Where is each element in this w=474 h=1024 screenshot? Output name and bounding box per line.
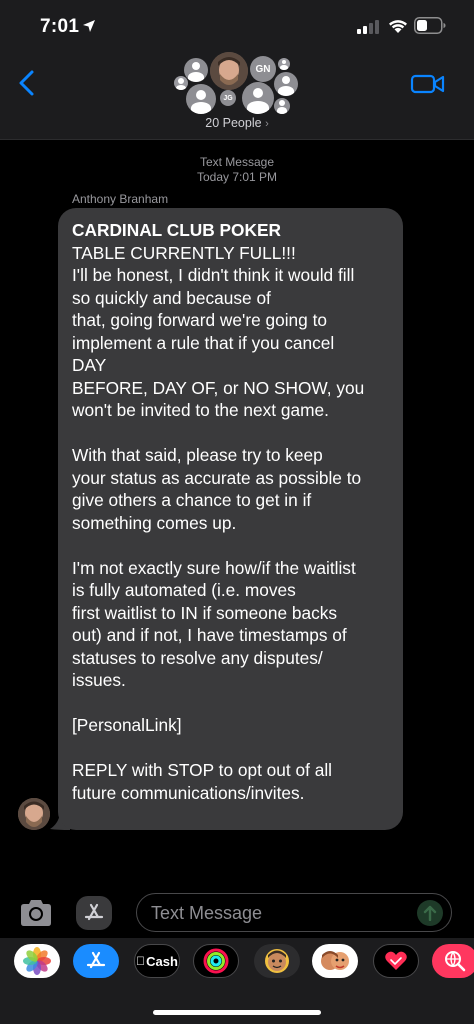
send-button[interactable] [417, 900, 443, 926]
app-store-glyph-icon [84, 903, 104, 921]
apple-cash-label: Cash [141, 953, 178, 969]
person-photo-icon [18, 798, 50, 830]
incoming-message-bubble[interactable]: CARDINAL CLUB POKER TABLE CURRENTLY FULL!… [58, 208, 403, 830]
avatar-initials: GN [255, 63, 271, 75]
home-indicator[interactable] [153, 1010, 321, 1015]
message-timestamp: Today 7:01 PM [196, 170, 278, 184]
app-store-drawer-button[interactable] [76, 896, 112, 930]
message-body: TABLE CURRENTLY FULL!!! I'll be honest, … [72, 242, 365, 803]
member-avatar [184, 58, 208, 82]
app-store-app[interactable] [73, 944, 119, 978]
people-count-label: 20 People [205, 116, 262, 130]
member-avatar [242, 82, 274, 114]
facetime-video-icon[interactable] [410, 72, 446, 96]
memoji-app[interactable] [254, 944, 300, 978]
back-chevron-icon[interactable] [12, 66, 42, 100]
digital-touch-app[interactable] [373, 944, 419, 978]
status-bar: 7:01 [0, 0, 474, 54]
arrow-up-icon [423, 905, 437, 921]
activity-rings-icon [203, 948, 229, 974]
sender-name: Anthony Branham [72, 192, 169, 206]
memoji-icon [265, 949, 289, 973]
apple-cash-app[interactable]:  Cash [134, 944, 180, 978]
globe-search-icon [445, 951, 466, 972]
status-time: 7:01 [40, 16, 80, 37]
member-avatar [274, 98, 290, 114]
memoji-stickers-app[interactable] [312, 944, 358, 978]
member-avatar-small [278, 58, 290, 70]
sender-avatar[interactable] [18, 798, 50, 830]
activity-app[interactable] [193, 944, 239, 978]
conversation-header: JG GN 20 People › [0, 52, 474, 140]
heart-icon [385, 951, 407, 970]
cellular-signal-icon [357, 20, 379, 34]
group-avatar-cluster[interactable]: JG GN [168, 52, 308, 116]
member-avatar [186, 84, 216, 114]
message-input-container[interactable] [136, 893, 452, 932]
member-avatar-jg: JG [220, 90, 236, 106]
person-photo-icon [210, 52, 248, 90]
group-details-button[interactable]: 20 People › [0, 116, 474, 130]
message-title: CARDINAL CLUB POKER [72, 220, 281, 240]
wifi-icon [389, 20, 407, 33]
apple-cash-icon:  [136, 954, 145, 968]
chevron-right-icon: › [265, 118, 269, 130]
sender-photo-avatar [210, 52, 248, 90]
app-store-icon [86, 951, 106, 969]
message-metadata: Text Message Today 7:01 PM [0, 155, 474, 185]
message-input[interactable] [151, 901, 401, 925]
battery-icon [414, 17, 446, 34]
member-avatar-small [174, 76, 188, 90]
service-label: Text Message [199, 155, 275, 169]
member-avatar [274, 72, 298, 96]
avatar-initials: JG [223, 94, 233, 102]
images-search-app[interactable] [432, 944, 474, 978]
camera-icon[interactable] [18, 898, 54, 928]
location-arrow-icon [83, 20, 95, 32]
member-avatar-gn: GN [250, 56, 276, 82]
photos-icon [23, 947, 51, 975]
photos-app[interactable] [14, 944, 60, 978]
memoji-stickers-icon [321, 951, 349, 970]
